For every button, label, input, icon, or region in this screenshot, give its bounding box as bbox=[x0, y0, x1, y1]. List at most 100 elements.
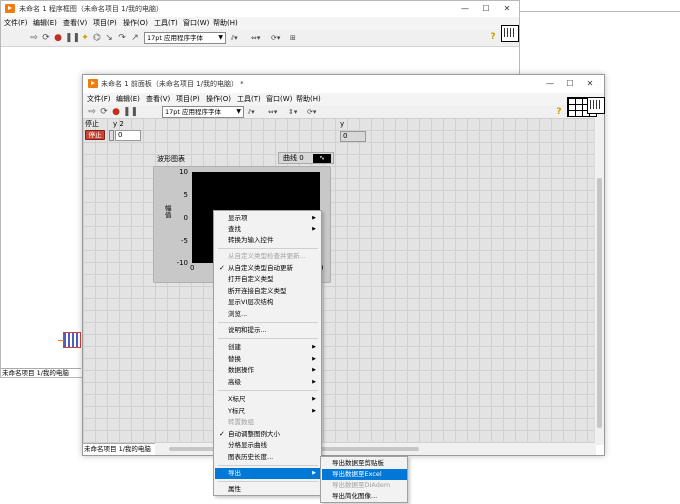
menu-window[interactable]: 窗口(W) bbox=[183, 18, 209, 28]
menu-item-find[interactable]: 查找 ▶ bbox=[215, 224, 321, 235]
context-menu: 显示项 ▶ 查找 ▶ 转换为输入控件 从自定义类型检查并更新... ✓ 从自定义类型自… bbox=[213, 210, 322, 496]
resize-objects-icon[interactable]: ⇕▾ bbox=[288, 107, 306, 117]
font-select[interactable]: 17pt 应用程序字体 ▼ bbox=[162, 106, 244, 118]
menu-operate[interactable]: 操作(O) bbox=[206, 94, 231, 104]
menu-item-description-tip[interactable]: 说明和提示... bbox=[215, 325, 321, 336]
menu-item-change-to-control[interactable]: 转换为输入控件 bbox=[215, 235, 321, 246]
menu-help[interactable]: 帮助(H) bbox=[296, 94, 321, 104]
submenu-arrow-icon: ▶ bbox=[312, 396, 316, 402]
scrollbar-thumb[interactable] bbox=[597, 178, 602, 428]
menu-item-properties[interactable]: 属性 bbox=[215, 484, 321, 495]
abort-icon[interactable]: ● bbox=[111, 107, 121, 117]
menu-item-open-typedef[interactable]: 打开自定义类型 bbox=[215, 274, 321, 285]
menu-window[interactable]: 窗口(W) bbox=[266, 94, 292, 104]
close-button[interactable]: ✕ bbox=[498, 3, 516, 14]
menu-item-browse[interactable]: 浏览... bbox=[215, 309, 321, 320]
vertical-scrollbar[interactable] bbox=[594, 118, 604, 445]
pause-icon[interactable]: ❚❚ bbox=[65, 33, 80, 43]
run-arrow-icon[interactable]: ⇨ bbox=[29, 33, 39, 43]
maximize-button[interactable]: ☐ bbox=[561, 78, 579, 89]
align-objects-icon[interactable]: ⫽▾ bbox=[231, 33, 249, 43]
reorder-icon[interactable]: ⟳▾ bbox=[271, 33, 289, 43]
font-select[interactable]: 17pt 应用程序字体 ▼ bbox=[144, 32, 226, 44]
menu-item-advanced[interactable]: 高级 ▶ bbox=[215, 377, 321, 388]
submenu-arrow-icon: ▶ bbox=[312, 367, 316, 373]
align-objects-icon[interactable]: ⫽▾ bbox=[248, 107, 266, 117]
submenu-item-export-simplified-image[interactable]: 导出简化图像... bbox=[322, 491, 407, 502]
menu-project[interactable]: 项目(P) bbox=[93, 18, 117, 28]
menu-tools[interactable]: 工具(T) bbox=[154, 18, 178, 28]
retain-wire-icon[interactable]: ⌬ bbox=[92, 33, 102, 43]
menu-operate[interactable]: 操作(O) bbox=[123, 18, 148, 28]
menu-item-chart-history-length[interactable]: 图表历史长度... bbox=[215, 452, 321, 463]
y-tick-label: 0 bbox=[183, 214, 188, 222]
close-button[interactable]: ✕ bbox=[581, 78, 599, 89]
submenu-arrow-icon: ▶ bbox=[312, 470, 316, 476]
menu-tools[interactable]: 工具(T) bbox=[237, 94, 261, 104]
step-over-icon[interactable]: ↷ bbox=[117, 33, 127, 43]
stop-label: 停止 bbox=[85, 120, 99, 128]
menu-view[interactable]: 查看(V) bbox=[63, 18, 87, 28]
distribute-objects-icon[interactable]: ⇔▾ bbox=[268, 107, 286, 117]
minimize-button[interactable]: — bbox=[541, 78, 559, 89]
submenu-arrow-icon: ▶ bbox=[312, 408, 316, 414]
submenu-item-export-excel[interactable]: 导出数据至Excel bbox=[322, 469, 407, 480]
menu-edit[interactable]: 编辑(E) bbox=[33, 18, 57, 28]
front-panel-titlebar[interactable]: 未命名 1 前面板（未命名项目 1/我的电脑） * — ☐ ✕ bbox=[83, 75, 604, 90]
y-numeric-indicator: 0 bbox=[340, 131, 366, 142]
step-into-icon[interactable]: ↘ bbox=[104, 33, 114, 43]
menu-item-autosize-legend[interactable]: ✓ 自动调整图例大小 bbox=[215, 429, 321, 440]
front-panel-title: 未命名 1 前面板（未命名项目 1/我的电脑） * bbox=[101, 80, 244, 88]
menu-separator bbox=[218, 481, 318, 482]
checkmark-icon: ✓ bbox=[219, 430, 225, 438]
menu-item-data-operations[interactable]: 数据操作 ▶ bbox=[215, 365, 321, 376]
block-diagram-status: 未命名项目 1/我的电脑 bbox=[1, 368, 81, 377]
menu-edit[interactable]: 编辑(E) bbox=[116, 94, 140, 104]
help-icon[interactable]: ? bbox=[488, 32, 498, 43]
step-out-icon[interactable]: ↗ bbox=[130, 33, 140, 43]
help-icon[interactable]: ? bbox=[554, 107, 564, 118]
front-panel-menubar: 文件(F) 编辑(E) 查看(V) 项目(P) 操作(O) 工具(T) 窗口(W… bbox=[83, 93, 604, 105]
menu-help[interactable]: 帮助(H) bbox=[213, 18, 238, 28]
menu-item-transpose-array: 转置数组 bbox=[228, 418, 254, 426]
menu-item-y-scale[interactable]: Y标尺 ▶ bbox=[215, 406, 321, 417]
font-select-value: 17pt 应用程序字体 bbox=[147, 34, 204, 42]
menu-item-show-vi-hierarchy[interactable]: 显示VI层次结构 bbox=[215, 297, 321, 308]
menu-file[interactable]: 文件(F) bbox=[87, 94, 111, 104]
front-panel-canvas[interactable]: 停止 停止 y 2 0 y 0 波形图表 曲线 0 ∿ 10 5 0 -5 -1… bbox=[83, 118, 596, 445]
distribute-objects-icon[interactable]: ⇔▾ bbox=[251, 33, 269, 43]
run-continuous-icon[interactable]: ⟳ bbox=[99, 107, 109, 117]
y2-numeric-field[interactable]: 0 bbox=[115, 130, 141, 141]
menu-item-create[interactable]: 创建 ▶ bbox=[215, 342, 321, 353]
menu-item-export[interactable]: 导出 ▶ bbox=[215, 468, 321, 479]
increment-arrows-icon[interactable] bbox=[109, 130, 114, 141]
font-select-value: 17pt 应用程序字体 bbox=[165, 108, 222, 116]
highlight-bulb-icon[interactable]: ✦ bbox=[80, 33, 90, 43]
menu-item-disconnect-typedef[interactable]: 断开连接自定义类型 bbox=[215, 286, 321, 297]
menu-item-x-scale[interactable]: X标尺 ▶ bbox=[215, 394, 321, 405]
maximize-button[interactable]: ☐ bbox=[477, 3, 495, 14]
pause-icon[interactable]: ❚❚ bbox=[123, 107, 138, 117]
run-continuous-icon[interactable]: ⟳ bbox=[41, 33, 51, 43]
menu-item-replace[interactable]: 替换 ▶ bbox=[215, 354, 321, 365]
line-style-icon[interactable]: ∿ bbox=[313, 154, 331, 163]
menu-item-auto-update-typedef[interactable]: ✓ 从自定义类型自动更新 bbox=[215, 263, 321, 274]
menu-project[interactable]: 项目(P) bbox=[176, 94, 200, 104]
stop-button[interactable]: 停止 bbox=[85, 130, 105, 140]
submenu-item-export-clipboard[interactable]: 导出数据至剪贴板 bbox=[322, 458, 407, 469]
vi-icon[interactable] bbox=[587, 97, 605, 114]
cleanup-diagram-icon[interactable]: ⊞ bbox=[290, 33, 308, 43]
menu-item-stack-plots[interactable]: 分格显示曲线 bbox=[215, 440, 321, 451]
menu-file[interactable]: 文件(F) bbox=[4, 18, 28, 28]
submenu-item-export-diadem: 导出数据至DIAdem bbox=[332, 481, 391, 489]
plot-legend[interactable]: 曲线 0 ∿ bbox=[278, 152, 334, 164]
run-arrow-icon[interactable]: ⇨ bbox=[87, 107, 97, 117]
minimize-button[interactable]: — bbox=[456, 3, 474, 14]
chart-terminal-node[interactable] bbox=[58, 332, 81, 348]
block-diagram-titlebar[interactable]: 未命名 1 程序框图（未命名项目 1/我的电脑） — ☐ ✕ bbox=[1, 1, 519, 16]
reorder-icon[interactable]: ⟳▾ bbox=[307, 107, 325, 117]
menu-view[interactable]: 查看(V) bbox=[146, 94, 170, 104]
vi-icon[interactable] bbox=[501, 25, 519, 42]
menu-item-visible-items[interactable]: 显示项 ▶ bbox=[215, 213, 321, 224]
abort-icon[interactable]: ● bbox=[53, 33, 63, 43]
